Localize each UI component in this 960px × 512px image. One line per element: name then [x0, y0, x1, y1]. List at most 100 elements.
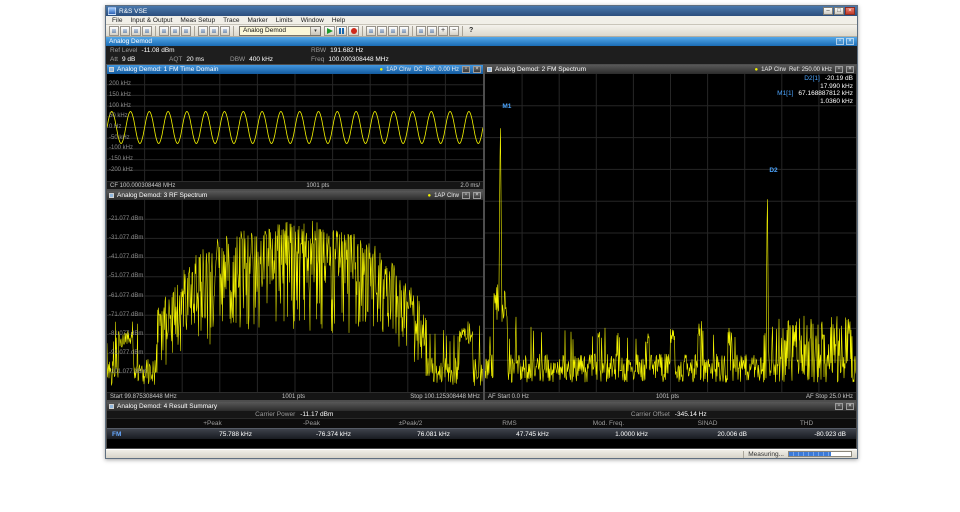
y-axis-label: -21.077 dBm [109, 215, 144, 222]
result-summary-titlebar[interactable]: Analog Demod: 4 Result Summary ▫ × [107, 402, 856, 411]
column-header-rms: RMS [502, 420, 517, 427]
pause-button[interactable] [336, 25, 347, 36]
play-icon [326, 27, 333, 34]
marker-flag-d2[interactable]: D2 [769, 167, 777, 174]
result-summary-fm-row[interactable]: FM 75.788 kHz -76.374 kHz 76.081 kHz 47.745… [107, 428, 856, 440]
save-icon[interactable] [131, 25, 141, 36]
close-window-icon[interactable]: × [846, 403, 854, 410]
carrier-offset-label: Carrier Offset [630, 411, 670, 418]
window-titlebar: R&S VSE – □ × [106, 6, 857, 16]
vse-application-window: R&S VSE – □ × File Input & Output Meas Set… [105, 5, 858, 459]
rf-spectrum-titlebar[interactable]: Analog Demod: 3 RF Spectrum ● 1AP Clrw ▫… [107, 191, 483, 200]
channel-info-row-1: Ref Level -11.08 dBm RBW 191.682 Hz [106, 46, 857, 55]
y-axis-label: 50 kHz [109, 113, 128, 120]
toolbar-separator [233, 25, 234, 36]
window-title-text: Analog Demod: 4 Result Summary [117, 403, 218, 410]
fm-time-domain-titlebar[interactable]: Analog Demod: 1 FM Time Domain ● 1AP Clr… [107, 65, 483, 74]
result-summary-header-row: +Peak -Peak ±Peak/2 RMS Mod. Freq. SINAD THD [107, 419, 856, 428]
freq-value: 100.000308448 MHz [328, 56, 389, 63]
paste-icon[interactable] [181, 25, 191, 36]
close-window-icon[interactable]: × [473, 66, 481, 73]
open-icon[interactable] [120, 25, 130, 36]
zoom-icon[interactable] [427, 25, 437, 36]
menu-item-meas-setup[interactable]: Meas Setup [176, 17, 219, 24]
freq-label: Freq [311, 56, 325, 63]
column-header-thd: THD [799, 420, 814, 427]
trace-mode-label: 1AP Clrw [761, 66, 786, 73]
undock-channel-icon[interactable]: ▫ [836, 38, 844, 45]
help-button[interactable]: ? [466, 27, 476, 34]
cascade-windows-icon[interactable] [388, 25, 398, 36]
new-window-icon[interactable] [366, 25, 376, 36]
split-view-icon[interactable] [377, 25, 387, 36]
select-cursor-icon[interactable] [416, 25, 426, 36]
marker-table: D2[1] -20.19 dB 17.990 kHz M1[1] 67.1688… [777, 75, 853, 105]
menu-item-trace[interactable]: Trace [219, 17, 243, 24]
trace-mode-label: 1AP Clrw [434, 192, 459, 199]
channel-selector-value: Analog Demod [243, 27, 286, 34]
trace-color-icon: ● [754, 66, 759, 73]
att-value: 9 dB [121, 56, 136, 63]
fm-spectrum-titlebar[interactable]: Analog Demod: 2 FM Spectrum ● 1AP Clrw R… [485, 65, 856, 74]
marker-name: M1[1] [777, 90, 794, 97]
column-header-peak: -Peak [303, 420, 320, 427]
play-button[interactable] [324, 25, 335, 36]
y-axis-label: -71.077 dBm [109, 311, 144, 318]
carrier-power-label: Carrier Power [255, 411, 296, 418]
undock-window-icon[interactable]: ▫ [462, 66, 470, 73]
y-axis-label: -200 kHz [109, 166, 134, 173]
window-controls: – □ × [823, 7, 855, 15]
close-window-icon[interactable]: × [473, 192, 481, 199]
y-axis-label: -51.077 dBm [109, 273, 144, 280]
progress-bar [788, 451, 852, 457]
undock-window-icon[interactable]: ▫ [835, 403, 843, 410]
column-header-mod-freq: Mod. Freq. [592, 420, 625, 427]
cut-icon[interactable] [159, 25, 169, 36]
measurement-area: Analog Demod: 1 FM Time Domain ● 1AP Clr… [106, 64, 857, 401]
channel-tab-bar: Analog Demod ▫ × [106, 37, 857, 46]
zoom-toolbar-group: + − [416, 25, 459, 36]
report-icon[interactable] [220, 25, 230, 36]
y-axis-label: -41.077 dBm [109, 254, 144, 261]
maximize-button[interactable]: □ [834, 7, 844, 15]
column-header-peak: +Peak [203, 420, 222, 427]
window-icon [109, 404, 114, 409]
marker-value: 67.168887812 kHz [798, 90, 853, 97]
window-rf-spectrum: Analog Demod: 3 RF Spectrum ● 1AP Clrw ▫… [106, 190, 484, 401]
y-axis-label: -81.077 dBm [109, 330, 144, 337]
menu-item-file[interactable]: File [108, 17, 126, 24]
menu-item-help[interactable]: Help [328, 17, 349, 24]
close-window-icon[interactable]: × [846, 66, 854, 73]
y-axis-label: -61.077 dBm [109, 292, 144, 299]
toolbar-separator [155, 25, 156, 36]
new-measurement-icon[interactable] [109, 25, 119, 36]
menu-item-input-output[interactable]: Input & Output [126, 17, 176, 24]
minimize-button[interactable]: – [823, 7, 833, 15]
print-icon[interactable] [142, 25, 152, 36]
display-config-icon[interactable] [198, 25, 208, 36]
overview-icon[interactable] [399, 25, 409, 36]
y-axis-label: -50 kHz [109, 134, 130, 141]
status-bar: Measuring... [106, 449, 857, 458]
close-button[interactable]: × [845, 7, 855, 15]
rf-spectrum-canvas [107, 200, 483, 392]
close-channel-icon[interactable]: × [846, 38, 854, 45]
record-button[interactable] [348, 25, 359, 36]
channel-selector[interactable]: Analog Demod ▾ [239, 25, 321, 36]
zoom-in-icon[interactable]: + [438, 25, 448, 36]
menu-item-window[interactable]: Window [297, 17, 328, 24]
app-logo-icon [108, 7, 116, 15]
copy-icon[interactable] [170, 25, 180, 36]
undock-window-icon[interactable]: ▫ [462, 192, 470, 199]
points-label: 1001 pts [655, 393, 679, 400]
setup-toolbar-group [198, 25, 230, 36]
coupling-label: DC [413, 66, 423, 73]
marker-flag-m1[interactable]: M1 [502, 103, 511, 110]
channel-tab-analog-demod[interactable]: Analog Demod [109, 38, 152, 45]
menu-item-marker[interactable]: Marker [243, 17, 271, 24]
menu-item-limits[interactable]: Limits [272, 17, 297, 24]
undock-window-icon[interactable]: ▫ [835, 66, 843, 73]
screenshot-icon[interactable] [209, 25, 219, 36]
result-value-thd: -80.923 dB [814, 430, 846, 438]
zoom-out-icon[interactable]: − [449, 25, 459, 36]
